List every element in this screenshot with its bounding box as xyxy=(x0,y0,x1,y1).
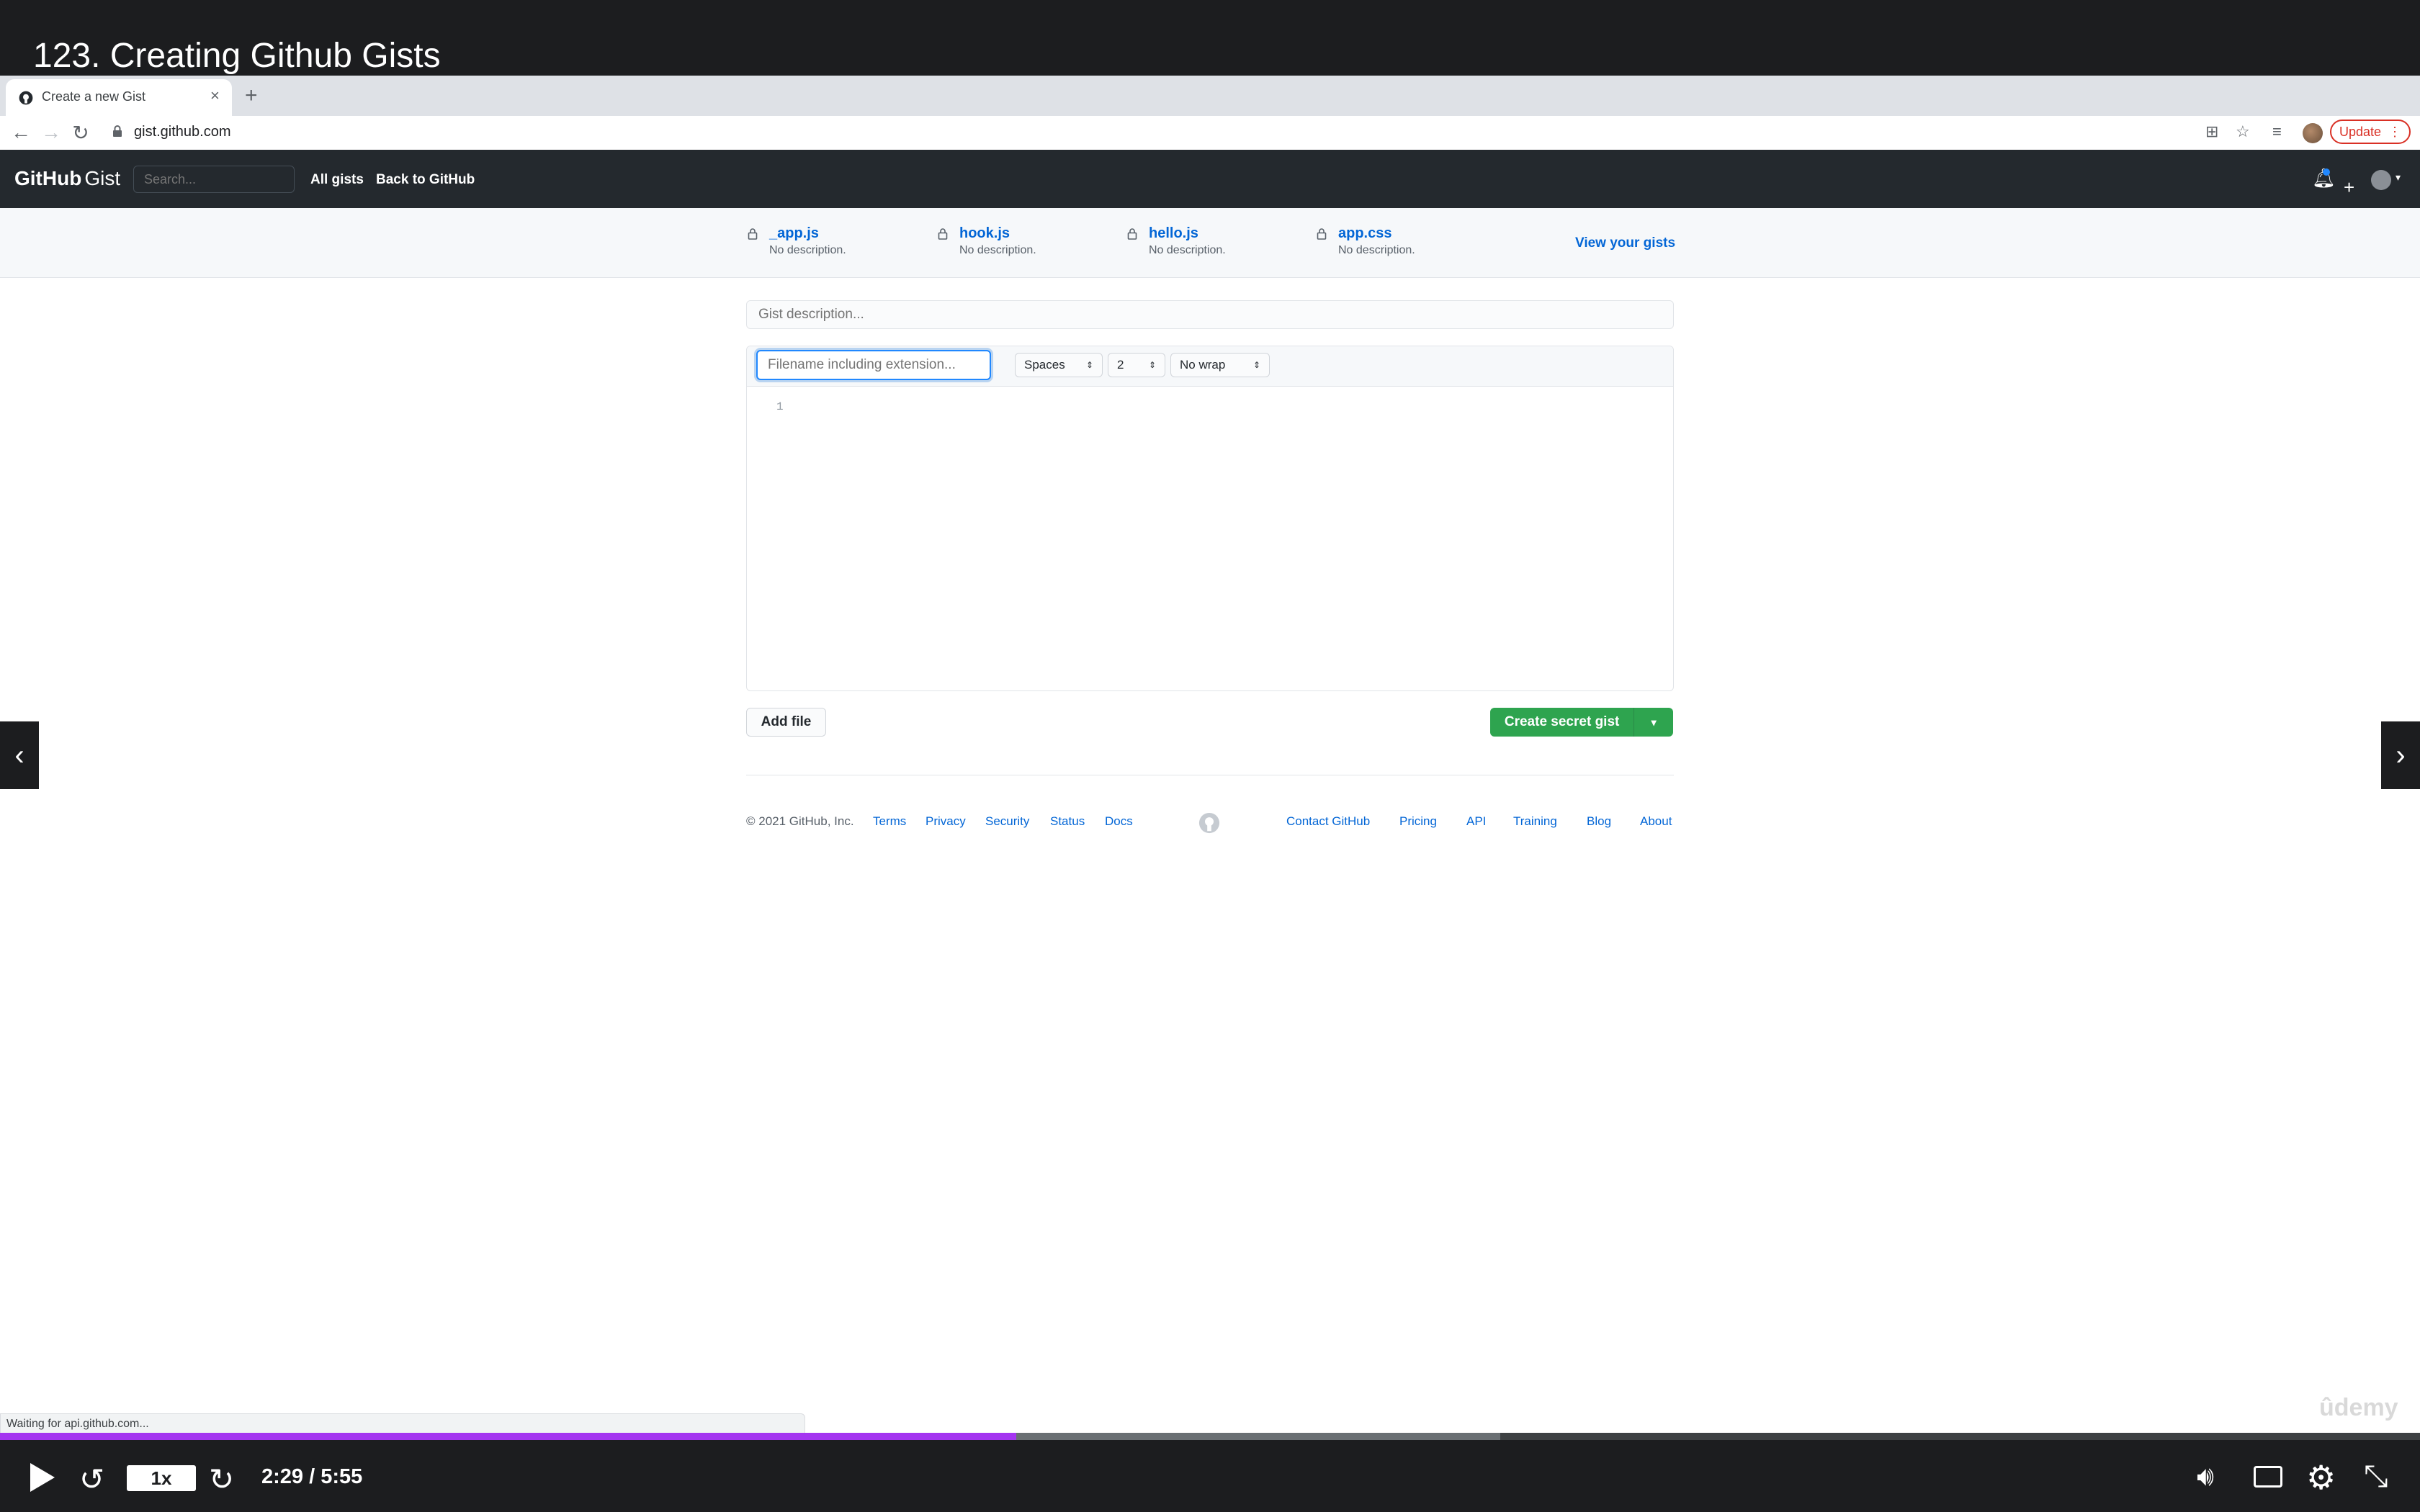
recent-gists-bar xyxy=(0,208,2420,278)
tab-close-icon[interactable]: × xyxy=(210,86,220,105)
select-arrows-icon: ⇕ xyxy=(1085,360,1093,370)
search-input[interactable] xyxy=(133,166,295,193)
lock-icon[interactable] xyxy=(112,125,122,137)
add-file-button[interactable]: Add file xyxy=(746,708,826,737)
footer-link-status[interactable]: Status xyxy=(1050,814,1085,829)
chevron-down-icon[interactable]: ▾ xyxy=(1634,708,1673,737)
time-display: 2:29 / 5:55 xyxy=(261,1465,363,1488)
indent-mode-value: Spaces xyxy=(1024,358,1065,372)
recent-gist-link[interactable]: hook.js xyxy=(959,225,1010,242)
page-body xyxy=(0,150,2420,1440)
create-secret-gist-label[interactable]: Create secret gist xyxy=(1490,708,1634,737)
footer-link-privacy[interactable]: Privacy xyxy=(926,814,966,829)
select-arrows-icon: ⇕ xyxy=(1252,360,1260,370)
footer-link-blog[interactable]: Blog xyxy=(1587,814,1611,829)
recent-gist-desc: No description. xyxy=(959,244,1036,256)
update-label: Update xyxy=(2339,124,2382,139)
github-gist-logo[interactable]: GitHub Gist xyxy=(14,167,120,190)
previous-lecture-button[interactable]: ‹ xyxy=(0,721,39,789)
exit-fullscreen-icon[interactable]: ⤡ xyxy=(2364,1459,2388,1494)
reading-list-icon[interactable]: ≡ xyxy=(2272,122,2282,141)
notification-indicator xyxy=(2323,168,2330,176)
copyright: © 2021 GitHub, Inc. xyxy=(746,814,854,828)
lock-icon xyxy=(1317,228,1327,240)
fast-forward-icon[interactable]: ↻ xyxy=(209,1462,234,1497)
footer-link-training[interactable]: Training xyxy=(1513,814,1557,829)
github-mark-icon[interactable] xyxy=(1198,812,1220,834)
menu-dots-icon: ⋮ xyxy=(2388,124,2402,139)
recent-gist-link[interactable]: _app.js xyxy=(769,225,819,242)
settings-gear-icon[interactable]: ⚙ xyxy=(2306,1458,2336,1497)
new-tab-icon[interactable]: + xyxy=(245,84,258,108)
create-secret-gist-button[interactable]: Create secret gist ▾ xyxy=(1490,708,1673,737)
recent-gist-link[interactable]: app.css xyxy=(1338,225,1392,242)
next-lecture-button[interactable]: › xyxy=(2381,721,2420,789)
nav-all-gists[interactable]: All gists xyxy=(310,172,364,188)
browser-profile-avatar[interactable] xyxy=(2303,123,2323,143)
recent-gist-desc: No description. xyxy=(1338,244,1415,256)
udemy-watermark: ûdemy xyxy=(2319,1394,2398,1421)
lock-icon xyxy=(938,228,948,240)
github-favicon-icon xyxy=(19,91,33,105)
captions-icon[interactable] xyxy=(2254,1466,2282,1488)
rewind-icon[interactable]: ↺ xyxy=(79,1462,104,1497)
wrap-mode-select[interactable]: No wrap ⇕ xyxy=(1170,353,1270,377)
footer-link-terms[interactable]: Terms xyxy=(873,814,906,829)
lock-icon xyxy=(1127,228,1137,240)
forward-nav-icon[interactable]: → xyxy=(40,121,62,144)
select-arrows-icon: ⇕ xyxy=(1148,360,1156,370)
footer-link-api[interactable]: API xyxy=(1466,814,1486,829)
recent-gist-desc: No description. xyxy=(769,244,846,256)
view-your-gists-link[interactable]: View your gists xyxy=(1575,235,1675,251)
recent-gist-desc: No description. xyxy=(1149,244,1226,256)
avatar[interactable] xyxy=(2371,170,2391,190)
wrap-mode-value: No wrap xyxy=(1180,358,1226,372)
file-editor-box xyxy=(746,346,1674,691)
progress-fill xyxy=(0,1433,1016,1440)
address-bar[interactable]: gist.github.com xyxy=(134,124,231,140)
logo-suffix: Gist xyxy=(84,167,121,189)
nav-back-to-github[interactable]: Back to GitHub xyxy=(376,172,475,188)
player-control-bar xyxy=(0,1440,2420,1512)
bookmark-star-icon[interactable]: ☆ xyxy=(2236,122,2250,141)
footer-link-security[interactable]: Security xyxy=(985,814,1029,829)
chevron-down-icon[interactable]: ▾ xyxy=(2396,171,2401,184)
back-icon[interactable]: ← xyxy=(10,121,32,144)
browser-toolbar xyxy=(0,116,2420,150)
filename-input[interactable] xyxy=(756,350,991,380)
lecture-title: 123. Creating Github Gists xyxy=(33,37,441,75)
footer-link-pricing[interactable]: Pricing xyxy=(1399,814,1437,829)
indent-mode-select[interactable]: Spaces ⇕ xyxy=(1015,353,1103,377)
indent-size-value: 2 xyxy=(1117,358,1124,372)
browser-status-bubble: Waiting for api.github.com... xyxy=(0,1413,805,1435)
play-icon[interactable] xyxy=(27,1462,56,1493)
plus-icon[interactable]: + xyxy=(2344,176,2354,199)
update-button[interactable]: Update ⋮ xyxy=(2330,120,2411,144)
footer-link-about[interactable]: About xyxy=(1640,814,1672,829)
browser-tab-strip xyxy=(0,76,2420,116)
logo-text: GitHub xyxy=(14,167,82,189)
gist-description-input[interactable] xyxy=(746,300,1674,329)
lock-icon xyxy=(748,228,758,240)
line-number: 1 xyxy=(776,400,784,413)
reload-icon[interactable]: ↻ xyxy=(70,121,91,145)
indent-size-select[interactable]: 2 ⇕ xyxy=(1108,353,1165,377)
footer-link-docs[interactable]: Docs xyxy=(1105,814,1133,829)
translate-icon[interactable]: ⊞ xyxy=(2205,122,2218,141)
volume-icon[interactable]: 🔊︎ xyxy=(2197,1462,2214,1493)
tab-title: Create a new Gist xyxy=(42,89,146,104)
recent-gist-link[interactable]: hello.js xyxy=(1149,225,1198,242)
playback-speed-button[interactable]: 1x xyxy=(127,1465,196,1491)
footer-link-contact[interactable]: Contact GitHub xyxy=(1286,814,1370,829)
